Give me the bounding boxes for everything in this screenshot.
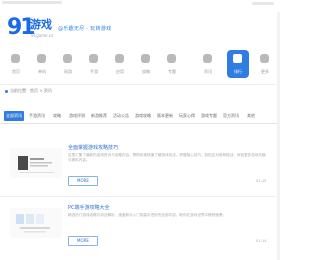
home-icon <box>11 54 20 63</box>
nav-divider <box>0 84 280 85</box>
more-button[interactable]: MORE <box>68 176 98 186</box>
top-bar-text <box>2 1 62 4</box>
nav-item-single[interactable]: 单机 <box>31 50 53 78</box>
site-logo[interactable]: 91 游戏 91game.cn <box>7 16 53 46</box>
nav-label: 排行 <box>234 69 242 74</box>
phone-icon <box>89 54 98 63</box>
nav-label: 单机 <box>38 69 46 74</box>
nav-label: 网游 <box>64 69 72 74</box>
nav-item-apps[interactable]: 应用 <box>109 50 131 78</box>
article-card: PC端手游攻略大全 精选热门游戏攻略与玩法解析，涵盖新手入门到高手进阶的全部内容… <box>0 200 280 260</box>
article-thumbnail[interactable] <box>10 208 62 238</box>
article-date: 01-15 <box>256 179 267 183</box>
article-date: 01-14 <box>256 239 267 243</box>
chart-icon <box>233 54 242 63</box>
nav-label: 攻略 <box>142 69 150 74</box>
scrollbar[interactable] <box>277 12 280 260</box>
location-pin-icon <box>5 89 8 93</box>
logo-subtext: 91game.cn <box>31 33 54 38</box>
tab-mobile-news[interactable]: 手游资讯 <box>28 111 46 121</box>
nav-item-ranking[interactable]: 排行 <box>227 50 249 78</box>
tab-events[interactable]: 活动公告 <box>112 111 130 121</box>
nav-item-guides[interactable]: 攻略 <box>135 50 157 78</box>
article-thumbnail[interactable] <box>10 148 62 178</box>
breadcrumb-text: 当前位置：首页 > 资讯 <box>10 88 52 93</box>
tab-player-tips[interactable]: 玩家心得 <box>178 111 196 121</box>
article-description: 精选热门游戏攻略与玩法解析，涵盖新手入门到高手进阶的全部内容，助你在游戏世界中畅… <box>68 213 227 217</box>
nav-item-more[interactable]: 更多 <box>254 50 276 78</box>
globe-icon <box>63 54 72 63</box>
top-bar-links[interactable] <box>252 2 274 5</box>
nav-item-mobile[interactable]: 手游 <box>83 50 105 78</box>
article-divider <box>0 196 280 197</box>
top-bar <box>0 0 280 12</box>
nav-label: 更多 <box>261 69 269 74</box>
nav-label: 手游 <box>90 69 98 74</box>
site-slogan: @乐趣无尽 · 玩转游戏 <box>58 26 112 32</box>
star-icon <box>167 54 176 63</box>
nav-label: 首页 <box>12 69 20 74</box>
nav-item-online[interactable]: 网游 <box>57 50 79 78</box>
tab-guides[interactable]: 攻略 <box>50 111 64 121</box>
article-description: 这里汇集了最新的游戏资讯与攻略内容，帮助玩家快速了解游戏玩法，掌握核心技巧，轻松… <box>68 153 266 162</box>
nav-item-topics[interactable]: 专题 <box>161 50 183 78</box>
article-card: 全面掌握游戏攻略技巧 这里汇集了最新的游戏资讯与攻略内容，帮助玩家快速了解游戏玩… <box>0 140 280 200</box>
nav-label: 专题 <box>168 69 176 74</box>
book-icon <box>141 54 150 63</box>
nav-item-home[interactable]: 首页 <box>5 50 27 78</box>
article-title[interactable]: PC端手游攻略大全 <box>68 204 110 211</box>
tab-official[interactable]: 官方资讯 <box>222 111 240 121</box>
article-title[interactable]: 全面掌握游戏攻略技巧 <box>68 144 118 151</box>
more-button[interactable]: MORE <box>68 236 98 246</box>
tab-all[interactable]: 全部资讯 <box>4 111 24 121</box>
tab-game-guides[interactable]: 游戏攻略 <box>134 111 152 121</box>
nav-item-news[interactable]: 资讯 <box>197 50 219 78</box>
tab-other[interactable]: 其他 <box>244 111 258 121</box>
category-tabs: 全部资讯 手游资讯 攻略 游戏评测 新游推荐 活动公告 游戏攻略 版本更新 玩家… <box>0 109 280 124</box>
nav-label: 资讯 <box>204 69 212 74</box>
logo-text: 游戏 <box>30 18 52 31</box>
tab-reviews[interactable]: 游戏评测 <box>68 111 86 121</box>
breadcrumb: 当前位置：首页 > 资讯 <box>5 88 52 94</box>
gamepad-icon <box>37 54 46 63</box>
news-icon <box>203 54 212 63</box>
tab-new-games[interactable]: 新游推荐 <box>90 111 108 121</box>
more-icon <box>260 54 269 63</box>
grid-icon <box>115 54 124 63</box>
main-nav: 首页 单机 网游 手游 应用 攻略 专题 资讯 排行 更多 <box>0 50 280 80</box>
tab-updates[interactable]: 版本更新 <box>156 111 174 121</box>
tab-topics[interactable]: 游戏专题 <box>200 111 218 121</box>
nav-label: 应用 <box>116 69 124 74</box>
